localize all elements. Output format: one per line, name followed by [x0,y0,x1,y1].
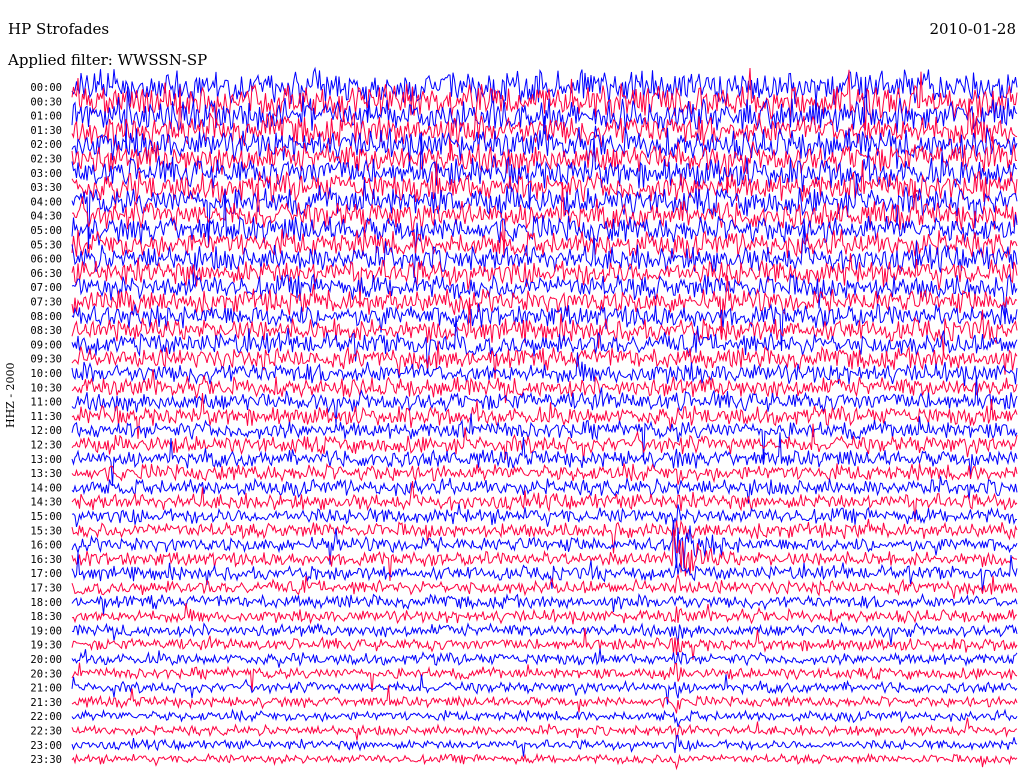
row-time-label: 17:30 [30,583,62,595]
row-time-label: 01:30 [30,125,62,137]
trace-line [71,503,1018,528]
row-time-label: 23:30 [30,754,62,766]
trace-line [71,717,1018,741]
trace-line [71,752,1018,771]
trace-line [71,708,1018,728]
row-time-label: 15:30 [30,525,62,537]
seismogram-plot: 00:00 00:30 01:00 01:30 02:00 02:30 03:00 03:30… [30,66,1018,771]
row-time-label: 16:30 [30,554,62,566]
row-time-label: 11:00 [30,397,62,409]
row-time-label: 21:30 [30,697,62,709]
row-time-label: 06:30 [30,268,62,280]
trace-line [71,573,1018,599]
row-time-label: 02:00 [30,139,62,151]
row-time-label: 22:00 [30,711,62,723]
row-time-label: 01:00 [30,111,62,123]
row-time-label: 08:00 [30,311,62,323]
row-time-label: 07:30 [30,297,62,309]
row-time-label: 18:30 [30,611,62,623]
row-time-label: 12:30 [30,440,62,452]
row-time-label: 13:00 [30,454,62,466]
row-time-label: 20:30 [30,668,62,680]
row-time-label: 04:30 [30,211,62,223]
trace-line [71,734,1018,757]
row-time-label: 02:30 [30,154,62,166]
row-time-label: 04:00 [30,196,62,208]
row-time-label: 18:00 [30,597,62,609]
row-time-label: 03:00 [30,168,62,180]
row-time-label: 16:00 [30,540,62,552]
row-time-label: 06:00 [30,254,62,266]
row-time-label: 14:00 [30,482,62,494]
row-time-label: 14:30 [30,497,62,509]
row-time-label: 00:30 [30,96,62,108]
row-time-label: 22:30 [30,726,62,738]
row-time-label: 00:00 [30,82,62,94]
row-time-label: 05:00 [30,225,62,237]
row-time-label: 15:00 [30,511,62,523]
row-time-label: 03:30 [30,182,62,194]
row-time-label: 19:00 [30,625,62,637]
trace-line [71,423,1018,462]
trace-line [71,648,1018,668]
row-time-label: 05:30 [30,239,62,251]
row-time-label: 08:30 [30,325,62,337]
row-time-label: 23:00 [30,740,62,752]
trace-line [71,518,1018,554]
row-time-label: 11:30 [30,411,62,423]
row-time-label: 10:00 [30,368,62,380]
row-time-label: 09:00 [30,339,62,351]
row-time-label: 13:30 [30,468,62,480]
row-time-label: 09:30 [30,354,62,366]
row-time-label: 17:00 [30,568,62,580]
row-time-label: 21:00 [30,683,62,695]
row-time-label: 20:00 [30,654,62,666]
row-time-label: 10:30 [30,382,62,394]
row-time-label: 19:30 [30,640,62,652]
trace-line [71,685,1018,714]
row-time-label: 07:00 [30,282,62,294]
row-time-label: 12:00 [30,425,62,437]
